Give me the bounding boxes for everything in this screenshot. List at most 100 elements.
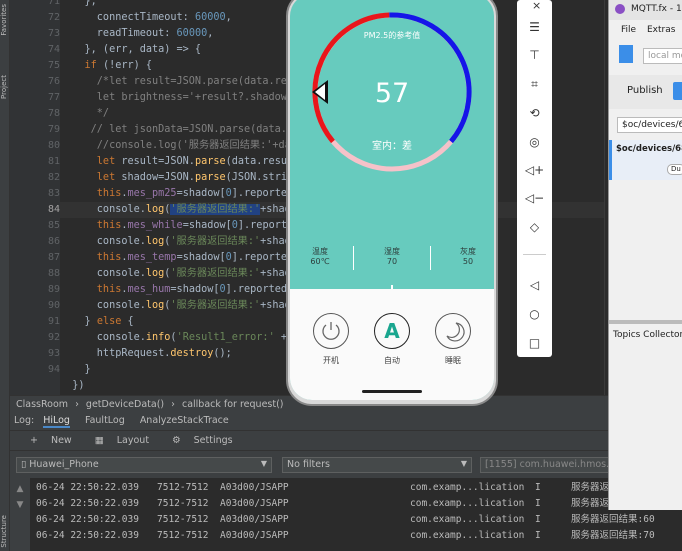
layout-icon: ▦ [94,435,107,446]
code-line: console.log('服务器返回结果:'+shad [60,300,291,311]
code-line: this.mes_hum=shadow[0].reported [60,284,287,295]
home-indicator[interactable] [362,390,422,393]
rotate-icon[interactable]: ⟲ [517,106,552,120]
line-number: 87 [47,252,60,263]
favorites-tab[interactable]: Favorites [0,4,10,36]
log-pkg: com.examp...lication [410,498,525,509]
stat-temperature: 温度 60℃ [290,247,350,267]
sleep-button[interactable] [435,313,471,349]
code-line: console.log('服务器返回结果:'+shad [60,268,291,279]
home-icon[interactable]: ○ [517,307,552,321]
menu-extras[interactable]: Extras [647,25,675,35]
log-row[interactable]: 06-24 22:50:22.039 7512-7512 A03d00/JSAPP c… [30,480,682,496]
log-pkg: com.examp...lication [410,482,525,493]
mqtt-logo-icon [615,4,625,14]
scroll-down-icon[interactable]: ▼ [10,500,30,510]
line-number: 83 [47,188,60,199]
divider [523,254,546,255]
code-line: } else { [60,316,134,327]
tool-window-strip: Favorites Project Structure [0,0,10,551]
shake-icon[interactable]: ◇ [517,220,552,234]
publish-tab[interactable]: Publish [627,85,663,96]
divider [430,246,431,270]
breadcrumb-item[interactable]: ClassRoom [16,399,68,410]
code-line: readTimeout: 60000, [60,28,214,39]
device-select[interactable]: ▯ Huawei_Phone ▼ [16,457,272,473]
volume-up-icon[interactable]: ◁+ [517,163,552,177]
power-label: 开机 [323,356,339,365]
log-time: 06-24 22:50:22.039 [36,498,139,509]
line-number: 74 [47,44,60,55]
line-number: 72 [47,12,60,23]
breadcrumb-item[interactable]: callback for request() [182,399,284,410]
splitter[interactable] [609,320,682,324]
level-value: No filters [287,459,330,470]
chevron-down-icon: ▼ [460,459,467,468]
breadcrumb-item[interactable]: getDeviceData() [86,399,164,410]
code-line: let result=JSON.parse(data.resul [60,156,294,167]
line-number: 86 [47,236,60,247]
gauge-value: 57 [375,78,409,109]
auto-button[interactable]: A [374,313,410,349]
volume-down-icon[interactable]: ◁− [517,191,552,205]
settings-button[interactable]: ⚙ Settings [172,435,243,446]
gear-icon: ⚙ [172,435,184,446]
line-number: 93 [47,348,60,359]
menu-icon[interactable]: ☰ [517,20,552,34]
chevron-down-icon: ▼ [260,459,267,468]
log-row[interactable]: 06-24 22:50:22.039 7512-7512 A03d00/JSAPP c… [30,496,682,512]
process-select[interactable]: [1155] com.huawei.hmos.loca [480,457,610,473]
screenshot-icon[interactable]: ◎ [517,135,552,149]
profile-select[interactable]: local mo [643,48,682,64]
log-time: 06-24 22:50:22.039 [36,514,139,525]
line-number: 82 [47,172,60,183]
new-button[interactable]: + New [30,435,82,446]
topics-collector-label: Topics Collector ( [613,330,682,340]
log-row[interactable]: 06-24 22:50:22.039 7512-7512 A03d00/JSAPP c… [30,512,682,528]
topic-input[interactable]: $oc/devices/68 [617,117,682,133]
code-line: this.mes_temp=shadow[0].reporte [60,252,287,263]
log-lvl: I [535,514,541,525]
file-icon[interactable] [619,45,633,63]
line-number: 88 [47,268,60,279]
back-icon[interactable]: ◁ [517,278,552,292]
menu-file[interactable]: File [621,25,636,35]
line-number: 90 [47,300,60,311]
new-label: New [50,435,72,446]
code-line: let brightness='+result?.shadow [60,92,287,103]
close-icon[interactable]: × [532,0,541,12]
code-line: httpRequest.destroy(); [60,348,232,359]
tab-analyze-stack-trace[interactable]: AnalyzeStackTrace [140,415,229,426]
code-line: if (!err) { [60,60,153,71]
stat-label: 灰度 [460,247,476,256]
pin-icon[interactable]: ⊤ [517,48,552,62]
power-button[interactable] [313,313,349,349]
log-filter-bar: ▯ Huawei_Phone ▼ No filters ▼ [1155] com.h… [10,450,682,478]
line-number: 91 [47,316,60,327]
phone-screen[interactable]: PM2.5的参考值 57 室内：差 温度 60℃ 湿度 70 灰度 50 开机 A 自… [290,0,494,400]
recent-icon[interactable]: □ [517,336,552,350]
code-line: this.mes_pm25=shadow[0].reporte [60,188,287,199]
moon-icon [446,322,465,342]
stat-value: 50 [462,257,474,266]
sleep-label: 睡眠 [445,356,461,365]
stat-humidity: 湿度 70 [362,247,422,267]
tab-hilog[interactable]: HiLog [43,415,70,428]
layout-button[interactable]: ▦ Layout [95,435,159,446]
tab-faultlog[interactable]: FaultLog [85,415,125,426]
scroll-up-icon[interactable]: ▲ [10,484,30,494]
level-select[interactable]: No filters ▼ [282,457,472,473]
auto-label: 自动 [384,356,400,365]
crop-icon[interactable]: ⌗ [517,77,552,92]
log-tabbar: Log: HiLog FaultLog AnalyzeStackTrace [10,412,610,430]
structure-tab[interactable]: Structure [0,515,10,548]
subscribe-tab[interactable] [673,82,682,100]
log-list: 06-24 22:50:22.039 7512-7512 A03d00/JSAPP c… [30,478,682,551]
log-lvl: I [535,498,541,509]
code-line: }, (err, data) => { [60,44,202,55]
pm25-gauge: PM2.5的参考值 57 室内：差 [312,12,472,172]
log-toolbar: + New ▦ Layout ⚙ Settings [10,430,610,450]
log-pid: 7512-7512 [157,498,209,509]
project-tab[interactable]: Project [0,75,10,99]
log-row[interactable]: 06-24 22:50:22.039 7512-7512 A03d00/JSAPP c… [30,528,682,544]
